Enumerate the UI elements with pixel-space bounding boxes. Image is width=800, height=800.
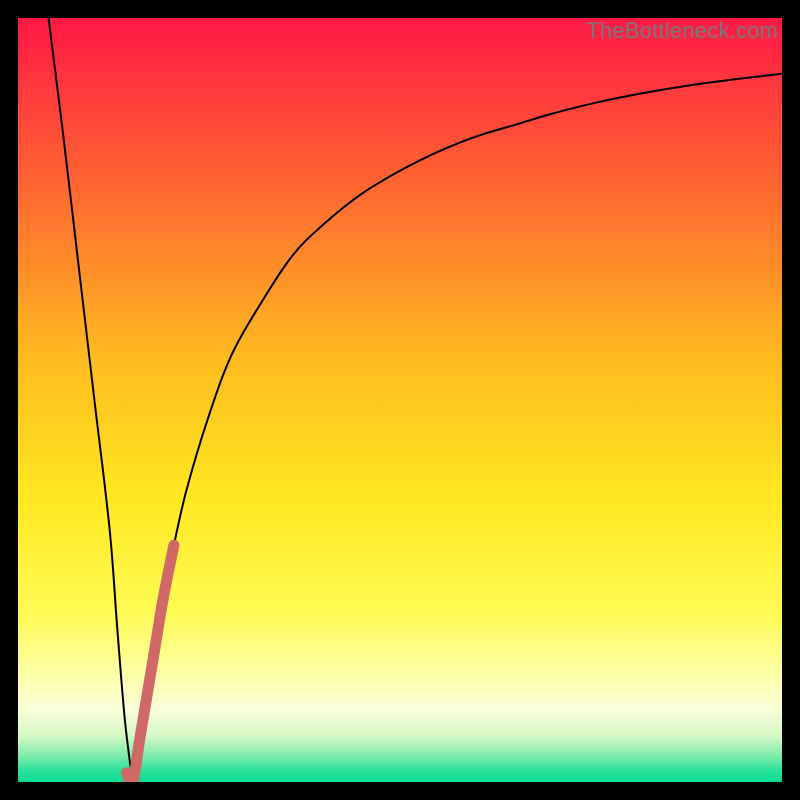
plot-area: TheBottleneck.com xyxy=(18,18,782,782)
chart-frame: TheBottleneck.com xyxy=(0,0,800,800)
gradient-background xyxy=(18,18,782,782)
chart-svg xyxy=(18,18,782,782)
